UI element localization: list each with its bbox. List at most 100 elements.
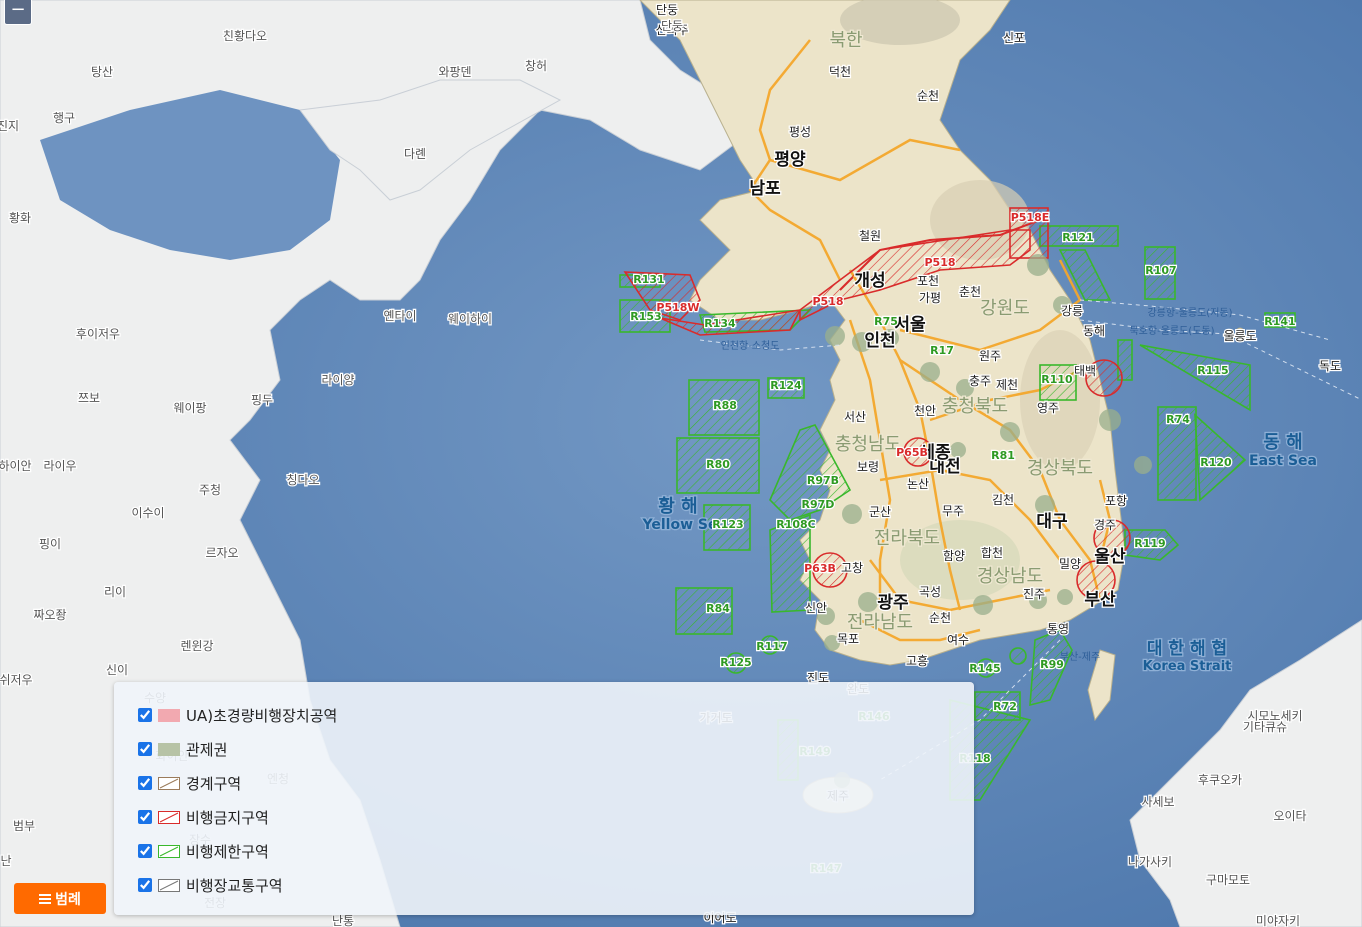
city-minor-label: 김천 — [992, 492, 1014, 507]
japan-place-label: 후쿠오카 — [1198, 773, 1242, 787]
legend-item-aerodrome-traffic-zone[interactable]: 비행장교통구역 — [138, 874, 283, 896]
city-minor-label: 목포 — [837, 632, 859, 646]
city-minor-label: 포천 — [917, 273, 939, 288]
city-major-label: 남포 — [749, 179, 781, 199]
legend-checkbox-prohibited[interactable] — [138, 810, 152, 824]
china-place-label: 이수이 — [131, 506, 164, 520]
province-label: 경상남도 — [977, 566, 1043, 587]
china-place-label: 쯔보 — [78, 391, 100, 405]
restricted-zone-label: R134 — [704, 317, 736, 330]
japan-place-label: 기타큐슈 — [1243, 720, 1287, 734]
sea-label: 동 해 — [1263, 432, 1302, 453]
prohibited-zone-label: P518 — [812, 295, 843, 308]
restricted-zone-label: R88 — [713, 399, 737, 412]
city-minor-label: 포항 — [1105, 494, 1127, 508]
swatch-alert — [158, 776, 180, 790]
city-minor-label: 태백 — [1074, 364, 1096, 378]
city-minor-label: 경주 — [1094, 518, 1116, 532]
zone-R145b[interactable] — [1009, 647, 1027, 665]
restricted-zone-label: R17 — [930, 344, 954, 357]
menu-icon — [39, 892, 52, 906]
swatch-ua — [158, 708, 180, 722]
city-minor-label: 곡성 — [919, 585, 941, 599]
province-label: 충청남도 — [835, 434, 901, 455]
legend-label-restricted: 비행제한구역 — [186, 842, 269, 861]
city-minor-label: 함양 — [943, 549, 965, 563]
restricted-zone-label: R74 — [1166, 413, 1190, 426]
china-place-label: 하이안 — [0, 459, 32, 473]
province-label: 전라북도 — [874, 528, 940, 549]
legend-item-restricted-area[interactable]: 비행제한구역 — [138, 840, 269, 862]
legend-label-alert: 경계구역 — [186, 774, 242, 793]
restricted-zone-label: R120 — [1200, 456, 1232, 469]
city-minor-label: 울릉도 — [1223, 329, 1256, 343]
legend-toggle-label: 범례 — [55, 891, 81, 908]
restricted-zone-label: R75 — [874, 315, 898, 328]
china-place-label: 와팡덴 — [438, 65, 471, 79]
china-place-label: 웨이팡 — [173, 401, 206, 415]
restricted-zone-label: R125 — [720, 656, 751, 669]
china-place-label: 옌타이 — [383, 309, 416, 323]
ferry-route-label: 부산-제주 — [1060, 651, 1100, 663]
province-label: 북한 — [829, 30, 862, 51]
restricted-zone-label: R97B — [807, 474, 839, 487]
city-major-label: 개성 — [854, 271, 885, 291]
china-place-label: 신이 — [106, 663, 128, 677]
city-minor-label: 충주 — [969, 374, 991, 388]
city-minor-label: 강릉 — [1061, 304, 1083, 318]
prohibited-zone-label: P518W — [656, 301, 699, 314]
restricted-zone-label: R117 — [756, 640, 787, 653]
zoom-out-button[interactable]: − — [4, 0, 32, 25]
china-place-label: 후이저우 — [76, 327, 120, 341]
china-place-label: 창허 — [525, 59, 547, 73]
china-place-label: 주청 — [199, 483, 221, 497]
ferry-route-label: 묵호항-울릉도(도동) — [1129, 325, 1214, 337]
china-place-label: 탕산 — [91, 65, 113, 79]
china-place-label: 핑이 — [39, 537, 61, 551]
japan-place-label: 사세보 — [1141, 795, 1174, 809]
legend-label-ua: UA)초경량비행장치공역 — [186, 706, 338, 725]
legend-item-control-zone[interactable]: 관제권 — [138, 738, 227, 760]
restricted-zone-label: R107 — [1145, 264, 1176, 277]
legend-label-prohibited: 비행금지구역 — [186, 808, 269, 827]
city-minor-label: 신안 — [805, 601, 827, 615]
restricted-zone-label: R123 — [712, 518, 743, 531]
legend-item-prohibited-area[interactable]: 비행금지구역 — [138, 806, 269, 828]
legend-toggle-button[interactable]: 범례 — [14, 883, 106, 914]
legend-checkbox-restricted[interactable] — [138, 844, 152, 858]
prohibited-zone-label: P518E — [1011, 211, 1050, 224]
city-minor-label: 논산 — [907, 477, 929, 491]
ferry-route-label: 강릉항-울릉도(저동) — [1147, 307, 1232, 319]
china-place-label: 난 — [0, 854, 11, 868]
city-minor-label: 영주 — [1037, 401, 1059, 415]
restricted-zone-label: R119 — [1134, 537, 1165, 550]
legend-checkbox-control[interactable] — [138, 742, 152, 756]
legend-checkbox-atz[interactable] — [138, 878, 152, 892]
restricted-zone-label: R80 — [706, 458, 730, 471]
legend-panel: UA)초경량비행장치공역 관제권 경계구역 비행금지구역 비행제한구역 비행장교… — [114, 682, 974, 915]
province-label: 전라남도 — [847, 612, 913, 633]
japan-place-label: 구마모토 — [1206, 873, 1250, 887]
sea-label: Yellow Se — [642, 517, 718, 533]
legend-checkbox-ua[interactable] — [138, 708, 152, 722]
swatch-prohibited — [158, 810, 180, 824]
province-label: 강원도 — [980, 298, 1030, 319]
japan-place-label: 미야자키 — [1256, 914, 1300, 927]
city-minor-label: 독도 — [1319, 359, 1341, 373]
city-minor-label: 여수 — [947, 633, 969, 647]
sea-label: East Sea — [1249, 453, 1317, 469]
legend-item-alert-area[interactable]: 경계구역 — [138, 772, 241, 794]
sea-label: Korea Strait — [1143, 659, 1232, 674]
city-minor-label: 보령 — [857, 460, 879, 474]
legend-item-ua-airspace[interactable]: UA)초경량비행장치공역 — [138, 704, 337, 726]
city-minor-label: 진주 — [1023, 587, 1045, 601]
china-place-label: 라이양 — [321, 373, 354, 387]
restricted-zone-label: R124 — [770, 379, 802, 392]
city-minor-label: 고흥 — [906, 654, 928, 668]
city-major-label: 부산 — [1084, 590, 1116, 610]
swatch-control — [158, 742, 180, 756]
city-major-label: 평양 — [774, 150, 806, 170]
legend-checkbox-alert[interactable] — [138, 776, 152, 790]
restricted-zone-label: R145 — [969, 662, 1000, 675]
city-minor-label: 춘천 — [959, 284, 981, 299]
